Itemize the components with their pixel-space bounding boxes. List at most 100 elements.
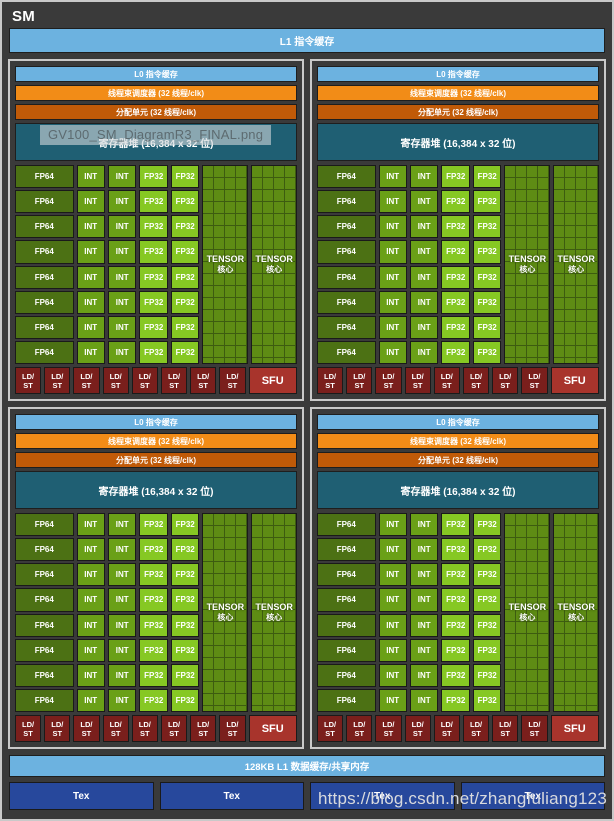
fp64-unit: FP64 (317, 538, 376, 562)
int-unit: INT (76, 215, 105, 239)
int-unit: INT (107, 215, 137, 239)
int-column: INT INT INT INT INT INT INT INT (107, 513, 137, 712)
int-unit: INT (378, 290, 407, 314)
fp32-unit: FP32 (472, 290, 502, 314)
int-unit: INT (378, 240, 407, 264)
fp32-column: FP32 FP32 FP32 FP32 FP32 FP32 FP32 FP32 (170, 165, 200, 364)
tensor-core-column: TENSOR 核心 (202, 165, 249, 364)
fp64-unit: FP64 (317, 215, 376, 239)
load-store-label-line2: ST (500, 380, 511, 390)
load-store-label-line1: LD/ (22, 371, 35, 381)
tensor-core-label: TENSOR (508, 254, 547, 264)
int-unit: INT (107, 563, 137, 587)
core-columns: FP64 FP64 FP64 FP64 FP64 FP64 FP64 FP64 INT INT IN… (15, 165, 297, 364)
int-unit: INT (76, 190, 105, 214)
load-store-label-line1: LD/ (528, 371, 541, 381)
fp64-unit: FP64 (317, 638, 376, 662)
int-unit: INT (76, 588, 105, 612)
int-unit: INT (378, 663, 407, 687)
int-unit: INT (409, 340, 439, 364)
fp32-column: FP32 FP32 FP32 FP32 FP32 FP32 FP32 FP32 (139, 513, 168, 712)
int-unit: INT (409, 290, 439, 314)
fp32-unit: FP32 (170, 290, 200, 314)
processing-block: L0 指令缓存 线程束调度器 (32 线程/clk) 分配单元 (32 线程/clk… (310, 59, 606, 401)
int-unit: INT (76, 265, 105, 289)
tensor-core-sublabel: 核心 (568, 265, 585, 274)
int-unit: INT (378, 688, 407, 712)
processing-block: L0 指令缓存 线程束调度器 (32 线程/clk) 分配单元 (32 线程/clk… (8, 59, 304, 401)
tensor-core-column: TENSOR 核心 (251, 165, 297, 364)
load-store-label-line2: ST (325, 380, 335, 390)
sfu-unit: SFU (248, 715, 297, 742)
load-store-label-line2: ST (169, 728, 179, 738)
load-store-label-line1: LD/ (80, 719, 93, 729)
fp64-unit: FP64 (15, 688, 74, 712)
fp32-unit: FP32 (441, 240, 470, 264)
load-store-unit: LD/ST (433, 367, 460, 394)
fp32-unit: FP32 (139, 190, 168, 214)
load-store-label-line1: LD/ (197, 719, 210, 729)
fp32-unit: FP32 (472, 688, 502, 712)
fp32-unit: FP32 (472, 638, 502, 662)
l0-instruction-cache: L0 指令缓存 (15, 66, 297, 82)
load-store-unit: LD/ST (190, 715, 217, 742)
dispatch-unit: 分配单元 (32 线程/clk) (317, 104, 599, 120)
int-unit: INT (76, 290, 105, 314)
load-store-label-line2: ST (227, 728, 238, 738)
tensor-core: TENSOR 核心 (202, 513, 249, 712)
fp64-unit: FP64 (317, 513, 376, 537)
fp64-unit: FP64 (15, 613, 74, 637)
load-store-unit: LD/ST (346, 367, 373, 394)
load-store-label-line2: ST (529, 728, 540, 738)
l0-instruction-cache: L0 指令缓存 (317, 66, 599, 82)
load-store-label-line1: LD/ (138, 719, 151, 729)
fp64-column: FP64 FP64 FP64 FP64 FP64 FP64 FP64 FP64 (15, 513, 74, 712)
fp64-unit: FP64 (15, 538, 74, 562)
tensor-core: TENSOR 核心 (251, 165, 297, 364)
int-column: INT INT INT INT INT INT INT INT (76, 165, 105, 364)
load-store-label-line2: ST (412, 380, 423, 390)
fp32-unit: FP32 (441, 638, 470, 662)
fp64-unit: FP64 (15, 563, 74, 587)
load-store-label-line1: LD/ (353, 371, 366, 381)
int-unit: INT (378, 513, 407, 537)
int-unit: INT (76, 340, 105, 364)
int-unit: INT (107, 588, 137, 612)
load-store-unit: LD/ST (462, 715, 490, 742)
load-store-label-line2: ST (23, 728, 33, 738)
dispatch-unit: 分配单元 (32 线程/clk) (15, 452, 297, 468)
load-store-label-line2: ST (500, 728, 511, 738)
fp32-unit: FP32 (441, 215, 470, 239)
int-unit: INT (409, 165, 439, 189)
int-unit: INT (107, 613, 137, 637)
register-file: 寄存器堆 (16,384 x 32 位) (15, 123, 297, 161)
load-store-row: LD/ST LD/ST LD/ST LD/ST LD/ST LD/ST LD/ST LD/ST… (317, 715, 599, 742)
load-store-label-line1: LD/ (226, 371, 239, 381)
fp32-unit: FP32 (441, 538, 470, 562)
load-store-label-line2: ST (140, 728, 150, 738)
fp64-unit: FP64 (15, 513, 74, 537)
fp32-unit: FP32 (472, 315, 502, 339)
int-unit: INT (409, 638, 439, 662)
fp32-unit: FP32 (139, 538, 168, 562)
fp64-unit: FP64 (15, 340, 74, 364)
int-unit: INT (378, 315, 407, 339)
int-unit: INT (107, 315, 137, 339)
fp32-unit: FP32 (139, 663, 168, 687)
warp-scheduler: 线程束调度器 (32 线程/clk) (15, 433, 297, 449)
tensor-core-column: TENSOR 核心 (504, 513, 551, 712)
load-store-unit: LD/ST (317, 367, 344, 394)
fp32-unit: FP32 (472, 240, 502, 264)
load-store-label-line2: ST (198, 380, 209, 390)
fp64-unit: FP64 (317, 563, 376, 587)
int-unit: INT (409, 265, 439, 289)
fp32-unit: FP32 (139, 638, 168, 662)
fp32-unit: FP32 (472, 588, 502, 612)
register-file: 寄存器堆 (16,384 x 32 位) (15, 471, 297, 509)
fp64-unit: FP64 (317, 588, 376, 612)
tensor-core: TENSOR 核心 (251, 513, 297, 712)
tensor-core-label: TENSOR (206, 602, 245, 612)
load-store-label-line2: ST (354, 728, 365, 738)
int-unit: INT (76, 563, 105, 587)
int-unit: INT (378, 538, 407, 562)
